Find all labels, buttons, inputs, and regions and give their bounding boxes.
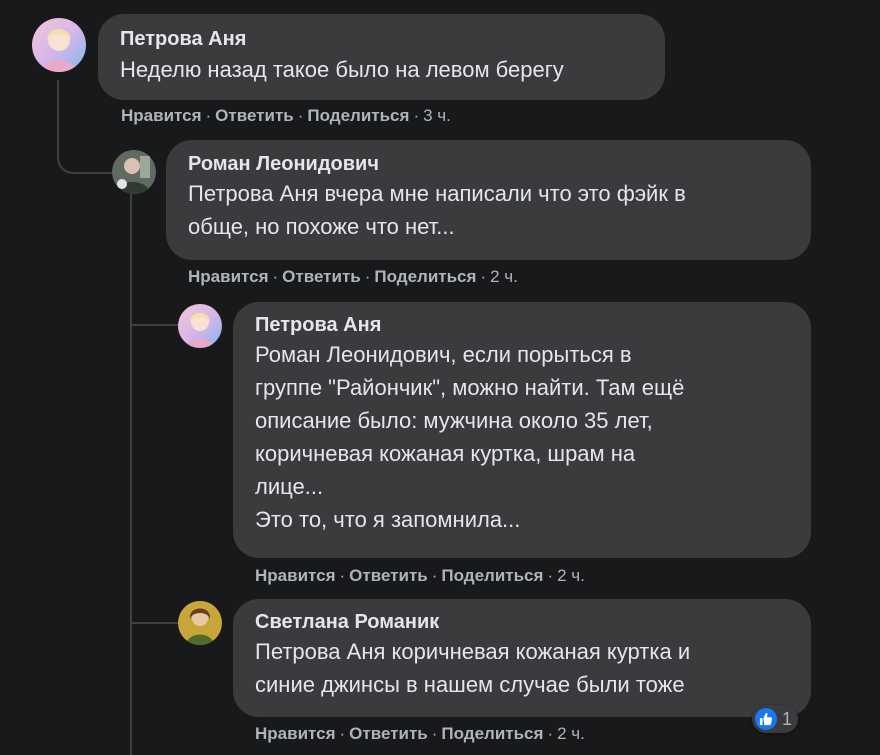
comment-text-line: лице... — [255, 474, 324, 499]
comment-bubble: Петрова Аня Неделю назад такое было на л… — [98, 14, 665, 100]
separator: · — [431, 566, 438, 585]
comment-text-line: синие джинсы в нашем случае были тоже — [255, 672, 685, 697]
comment-text-line: Петрова Аня вчера мне написали что это ф… — [188, 181, 686, 206]
avatar-image — [112, 150, 156, 194]
separator: · — [431, 724, 438, 743]
reply-button[interactable]: Ответить — [282, 267, 361, 286]
like-button[interactable]: Нравится — [255, 724, 336, 743]
thread-line — [130, 300, 178, 326]
thread-line — [130, 192, 134, 755]
share-button[interactable]: Поделиться — [374, 267, 476, 286]
comment-text: Неделю назад такое было на левом берегу — [120, 53, 643, 86]
separator: · — [272, 267, 279, 286]
comment-text-line: описание было: мужчина около 35 лет, — [255, 408, 653, 433]
comment-author[interactable]: Светлана Романик — [255, 611, 789, 634]
separator: · — [480, 267, 487, 286]
comment-text-line: обще, но похоже что нет... — [188, 214, 455, 239]
comment-text-line: Неделю назад такое было на левом берегу — [120, 57, 564, 82]
reply-button[interactable]: Ответить — [215, 106, 294, 125]
thumbs-up-icon — [755, 708, 777, 730]
share-button[interactable]: Поделиться — [307, 106, 409, 125]
comment-bubble: Роман Леонидович Петрова Аня вчера мне н… — [166, 140, 811, 260]
comment-timestamp[interactable]: 3 ч. — [423, 106, 451, 125]
separator: · — [547, 566, 554, 585]
thread-line — [130, 598, 178, 624]
avatar[interactable] — [112, 150, 156, 194]
like-button[interactable]: Нравится — [188, 267, 269, 286]
avatar[interactable] — [178, 304, 222, 348]
separator: · — [413, 106, 420, 125]
comment-timestamp[interactable]: 2 ч. — [557, 724, 585, 743]
avatar[interactable] — [178, 601, 222, 645]
separator: · — [547, 724, 554, 743]
comment-text: Петрова Аня коричневая кожаная куртка и … — [255, 635, 789, 701]
reaction-badge[interactable]: 1 — [752, 705, 799, 733]
comment-bubble: Петрова Аня Роман Леонидович, если порыт… — [233, 302, 811, 558]
like-button[interactable]: Нравится — [121, 106, 202, 125]
separator: · — [205, 106, 212, 125]
avatar-image — [32, 18, 86, 72]
separator: · — [339, 724, 346, 743]
comment-text-line: группе "Райончик", можно найти. Там ещё — [255, 375, 685, 400]
like-button[interactable]: Нравится — [255, 566, 336, 585]
comment-author[interactable]: Петрова Аня — [255, 314, 789, 337]
comment-text: Роман Леонидович, если порыться в группе… — [255, 338, 789, 536]
share-button[interactable]: Поделиться — [441, 566, 543, 585]
comment-thread: Петрова Аня Неделю назад такое было на л… — [0, 0, 880, 755]
reply-button[interactable]: Ответить — [349, 724, 428, 743]
comment-author[interactable]: Петрова Аня — [120, 28, 643, 51]
comment-text-line: Петрова Аня коричневая кожаная куртка и — [255, 639, 691, 664]
share-button[interactable]: Поделиться — [441, 724, 543, 743]
comment-actions: Нравится · Ответить · Поделиться · 2 ч. — [255, 566, 585, 586]
comment-author[interactable]: Роман Леонидович — [188, 153, 789, 176]
reply-button[interactable]: Ответить — [349, 566, 428, 585]
comment-timestamp[interactable]: 2 ч. — [557, 566, 585, 585]
avatar[interactable] — [32, 18, 86, 72]
comment-text-line: Это то, что я запомнила... — [255, 507, 521, 532]
comment-text-line: Роман Леонидович, если порыться в — [255, 342, 632, 367]
comment-actions: Нравится · Ответить · Поделиться · 3 ч. — [121, 106, 451, 126]
comment-text-line: коричневая кожаная куртка, шрам на — [255, 441, 636, 466]
comment-timestamp[interactable]: 2 ч. — [490, 267, 518, 286]
comment-bubble: Светлана Романик Петрова Аня коричневая … — [233, 599, 811, 717]
avatar-image — [178, 601, 222, 645]
comment-actions: Нравится · Ответить · Поделиться · 2 ч. — [188, 267, 518, 287]
avatar-image — [178, 304, 222, 348]
separator: · — [364, 267, 371, 286]
comment-actions: Нравится · Ответить · Поделиться · 2 ч. — [255, 724, 585, 744]
separator: · — [339, 566, 346, 585]
reaction-count: 1 — [782, 708, 793, 729]
separator: · — [297, 106, 304, 125]
comment-text: Петрова Аня вчера мне написали что это ф… — [188, 177, 789, 243]
